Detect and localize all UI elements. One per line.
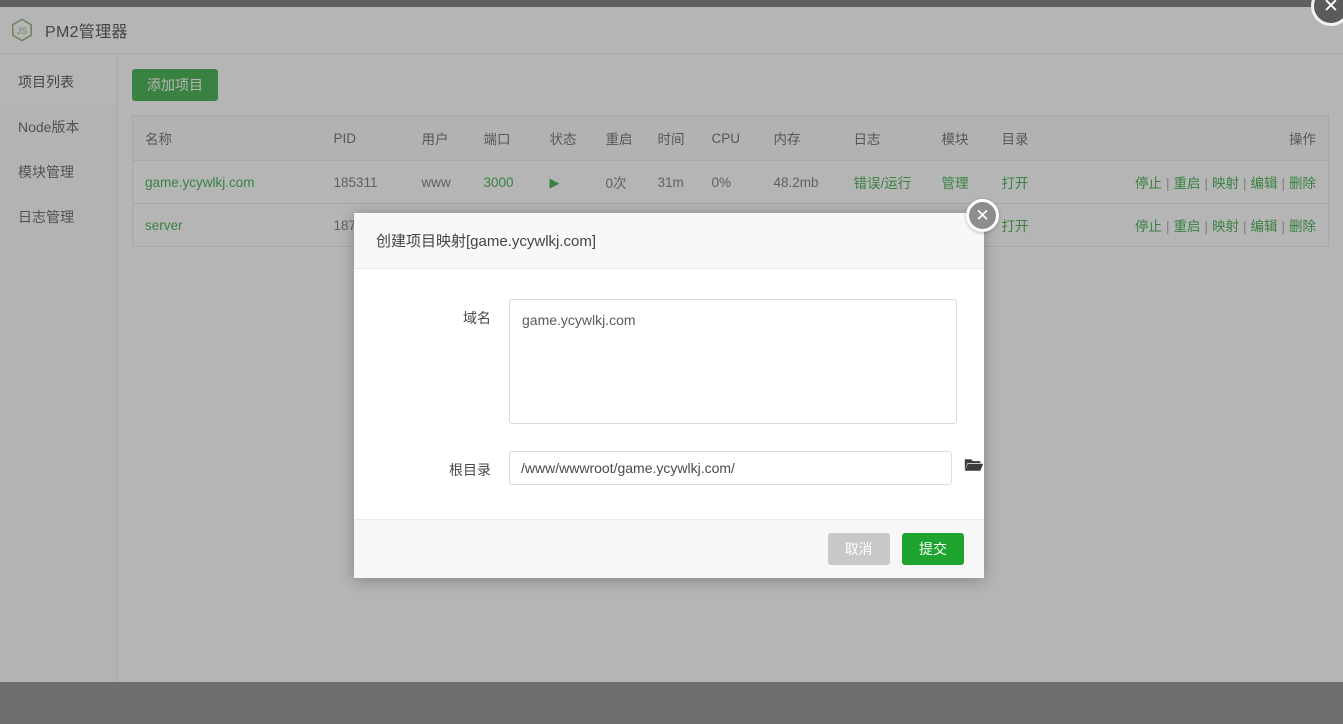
- browser-top-strip: [0, 0, 1343, 7]
- close-x-icon: ✕: [1323, 0, 1339, 18]
- root-dir-field-label: 根目录: [354, 451, 509, 480]
- dialog-close-button[interactable]: ✕: [966, 199, 999, 232]
- dialog-footer: 取消 提交: [354, 519, 984, 578]
- domain-field-label: 域名: [354, 299, 509, 328]
- below-fold-area: [0, 682, 1343, 724]
- create-mapping-dialog: ✕ 创建项目映射[game.ycywlkj.com] 域名 根目录 取消: [354, 213, 984, 578]
- dialog-title: 创建项目映射[game.ycywlkj.com]: [354, 213, 984, 269]
- root-dir-input[interactable]: [509, 451, 952, 485]
- domain-textarea[interactable]: [509, 299, 957, 424]
- close-x-icon: ✕: [975, 206, 989, 226]
- app-window: JS PM2管理器 项目列表 Node版本 模块管理 日志管理: [0, 0, 1343, 724]
- form-row-root-dir: 根目录: [354, 451, 984, 485]
- cancel-button[interactable]: 取消: [828, 533, 890, 565]
- form-row-domain: 域名: [354, 299, 984, 424]
- dialog-body: 域名 根目录: [354, 269, 984, 519]
- submit-button[interactable]: 提交: [902, 533, 964, 565]
- open-folder-icon[interactable]: [964, 457, 984, 473]
